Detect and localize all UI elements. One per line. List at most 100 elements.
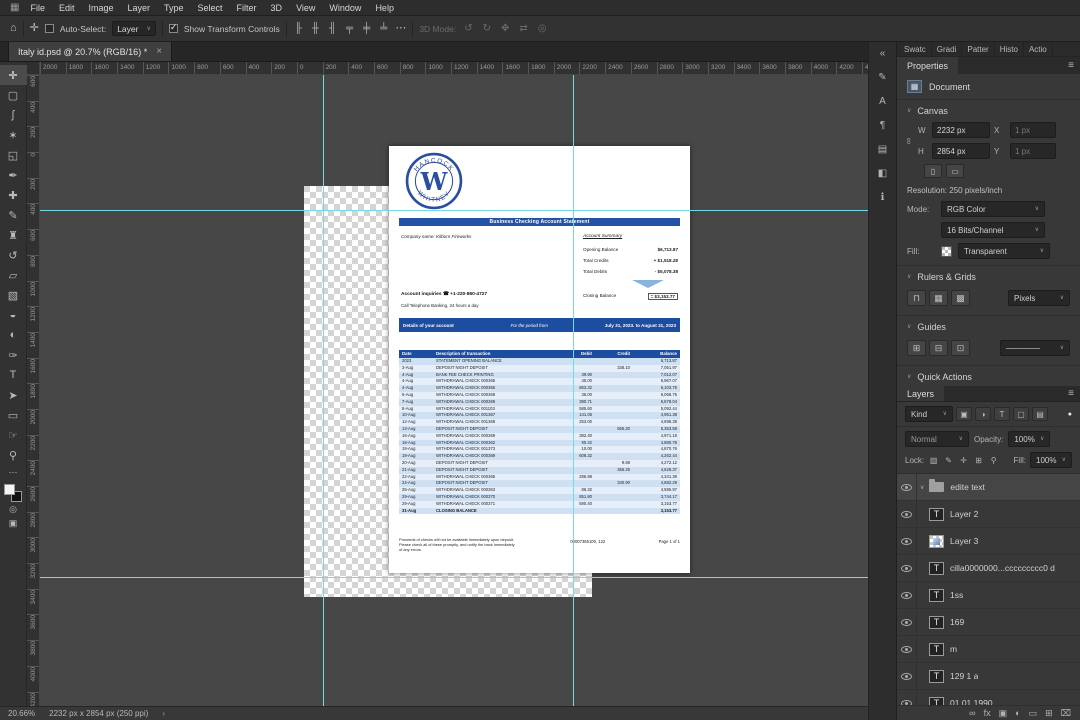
layer-name[interactable]: Layer 2 [950,509,978,519]
layer-thumbnail[interactable]: T [929,507,944,521]
filter-shape-layers-icon[interactable]: ▢ [1013,407,1029,421]
filter-toggle-icon[interactable]: ● [1068,411,1072,418]
filter-type-layers-icon[interactable]: T [994,407,1010,421]
layer-thumbnail[interactable]: T [929,615,944,629]
transparent-fill-swatch[interactable] [941,245,952,257]
layer-thumbnail[interactable] [929,534,944,548]
width-field[interactable]: 2232 px [932,122,990,138]
layers-menu-icon[interactable]: ≡ [1068,388,1074,399]
layer-thumbnail[interactable] [929,479,945,492]
hand-tool[interactable]: ☞ [0,425,27,445]
layer-name[interactable]: cilla0000000...ccccccccc0 d [950,563,1055,573]
visibility-toggle[interactable] [897,689,917,705]
align-bottom-edges-icon[interactable]: ╧ [378,23,389,34]
blend-mode-dropdown[interactable]: Normal ∨ [905,431,969,447]
paragraph-panel-icon[interactable]: ¶ [873,117,893,133]
panel-tab[interactable]: Histo [995,41,1024,57]
path-selection-tool[interactable]: ➤ [0,385,27,405]
type-tool[interactable]: T [0,365,27,385]
layer-thumbnail[interactable]: T [929,642,944,656]
visibility-toggle[interactable] [897,527,917,555]
layer-row[interactable]: ∨ T 129 1 a [897,662,1080,690]
visibility-toggle[interactable] [897,662,917,690]
visibility-toggle[interactable] [897,554,917,582]
align-top-edges-icon[interactable]: ╤ [344,23,355,34]
close-tab-icon[interactable]: × [156,46,162,57]
layer-thumbnail[interactable]: T [929,561,944,575]
tab-layers[interactable]: Layers [897,386,945,401]
foreground-color-swatch[interactable] [4,484,15,495]
landscape-orientation-icon[interactable]: ▭ [946,164,964,178]
lock-all-icon[interactable]: ⚲ [988,456,999,465]
link-dimensions-icon[interactable]: ∞ [904,136,914,146]
show-transform-controls-checkbox[interactable] [168,22,178,33]
quick-mask-button[interactable]: ◎ [0,502,27,516]
menu-item[interactable]: Type [157,0,191,16]
grid-settings-icon[interactable]: ▩ [951,290,970,306]
menu-item[interactable]: Image [81,0,120,16]
visibility-toggle[interactable] [897,635,917,663]
gradient-tool[interactable]: ▧ [0,285,27,305]
toggle-rulers-icon[interactable]: ⊓ [907,290,926,306]
spot-healing-brush-tool[interactable]: ✚ [0,185,27,205]
filter-adjustment-layers-icon[interactable]: ◑ [975,407,991,421]
panel-tab[interactable]: Actio [1024,41,1053,57]
guide-style-dropdown[interactable]: ────── ∨ [1000,340,1070,356]
filter-smart-objects-icon[interactable]: ▤ [1032,407,1048,421]
color-swatches[interactable] [4,484,22,502]
lock-guides-icon[interactable]: ⊡ [951,340,970,356]
align-right-edges-icon[interactable]: ╢ [327,23,338,34]
lock-artboard-icon[interactable]: ⊞ [973,456,984,465]
collapse-panels-icon[interactable]: « [873,45,893,61]
more-options-icon[interactable]: ⋯ [395,23,406,34]
portrait-orientation-icon[interactable]: ▯ [924,164,942,178]
panel-tab[interactable]: Patter [962,41,995,57]
quick-actions-section-header[interactable]: ∨ Quick Actions [897,366,1080,386]
layer-mask-icon[interactable]: ▣ [999,708,1008,719]
x-field[interactable]: 1 px [1010,122,1056,138]
horizontal-ruler[interactable]: 2000 1800 1600 1400 1200 1000 800 600 400 200 0 200… [40,62,868,75]
layer-name[interactable]: 01.01.1990 [950,698,993,705]
vertical-guide[interactable] [573,75,574,706]
menu-item[interactable]: 3D [264,0,290,16]
delete-layer-icon[interactable]: ⌧ [1061,708,1071,719]
new-guide-layout-icon[interactable]: ⊞ [907,340,926,356]
panel-tab[interactable]: Gradi [932,41,963,57]
layer-row[interactable]: ∨ T Layer 2 [897,500,1080,528]
libraries-panel-icon[interactable]: ▤ [873,141,893,157]
layer-name[interactable]: 169 [950,617,964,627]
edit-toolbar-button[interactable]: ⋯ [0,465,27,479]
layer-name[interactable]: 1ss [950,590,963,600]
status-options-chevron-icon[interactable]: › [162,709,165,718]
panel-menu-icon[interactable]: ≡ [1068,60,1074,71]
screen-mode-button[interactable]: ▣ [0,516,27,530]
info-panel-icon[interactable]: ℹ [873,189,893,205]
lock-transparency-icon[interactable]: ▨ [928,456,939,465]
menu-item[interactable]: Window [322,0,368,16]
align-horizontal-centers-icon[interactable]: ╫ [310,23,321,34]
horizontal-guide[interactable] [40,210,868,211]
canvas-area[interactable]: HANCOCK WHITNEY W Business Checking Acco… [40,75,868,706]
filter-kind-dropdown[interactable]: Kind ∨ [905,406,953,422]
vertical-ruler[interactable]: 600 400 200 0 200 400 600 800 1000 1200 1400 1600 18… [27,75,40,706]
auto-select-target-dropdown[interactable]: Layer ∨ [112,21,156,36]
layer-thumbnail[interactable]: T [929,696,944,705]
visibility-toggle[interactable] [897,474,917,501]
layer-row[interactable]: ∨ Layer 3 [897,527,1080,555]
layer-row[interactable]: ∨ T m [897,635,1080,663]
crop-tool[interactable]: ◱ [0,145,27,165]
history-brush-tool[interactable]: ↺ [0,245,27,265]
canvas-fill-dropdown[interactable]: Transparent ∨ [958,243,1050,259]
y-field[interactable]: 1 px [1010,143,1056,159]
lock-position-icon[interactable]: ✛ [958,456,969,465]
eraser-tool[interactable]: ▱ [0,265,27,285]
grid-overlay-icon[interactable]: ▦ [929,290,948,306]
layer-row[interactable]: ∨ T cilla0000000...ccccccccc0 d [897,554,1080,582]
guides-section-header[interactable]: ∨ Guides [897,316,1080,336]
horizontal-guide[interactable] [40,577,868,578]
menu-item[interactable]: Layer [121,0,158,16]
document-tab[interactable]: Italy id.psd @ 20.7% (RGB/16) * × [8,42,173,61]
layer-effects-icon[interactable]: fx [984,708,991,718]
layer-row[interactable]: ∨ edite text [897,474,1080,501]
visibility-toggle[interactable] [897,608,917,636]
